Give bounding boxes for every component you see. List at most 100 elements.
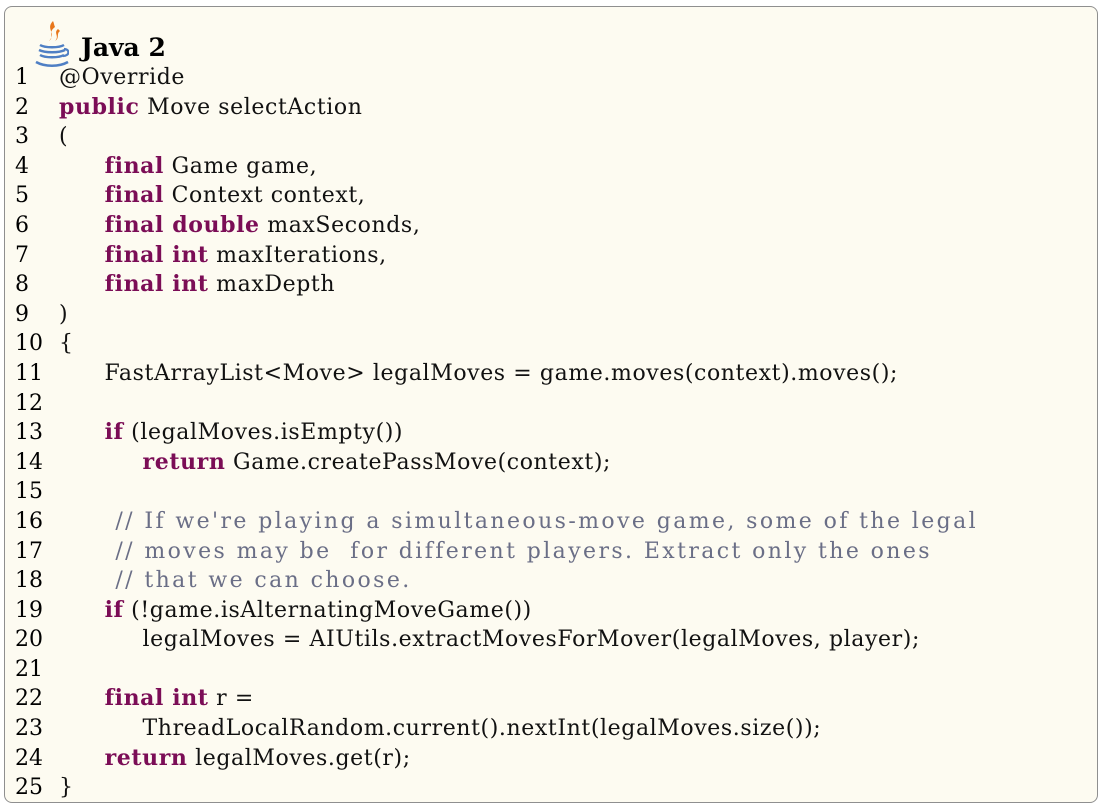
keyword-token: final int bbox=[104, 271, 209, 298]
line-number: 11 bbox=[15, 360, 43, 386]
keyword-token: final bbox=[104, 152, 164, 179]
code-token: Context context, bbox=[164, 183, 366, 209]
code-text: FastArrayList<Move> legalMoves = game.mo… bbox=[59, 359, 898, 389]
keyword-token: if bbox=[104, 596, 124, 623]
code-line: 19 if (!game.isAlternatingMoveGame()) bbox=[5, 596, 1095, 626]
code-text: final int maxDepth bbox=[59, 270, 335, 300]
code-token: Game.createPassMove(context); bbox=[225, 449, 612, 475]
line-number: 12 bbox=[15, 390, 43, 416]
line-number: 1 bbox=[15, 65, 29, 90]
line-number: 7 bbox=[15, 242, 29, 268]
code-text: if (legalMoves.isEmpty()) bbox=[59, 418, 403, 448]
code-line: 21 bbox=[5, 655, 1095, 685]
line-number: 19 bbox=[15, 597, 43, 623]
code-token: ThreadLocalRandom.current().nextInt(lega… bbox=[59, 716, 822, 742]
line-number: 6 bbox=[15, 212, 29, 238]
code-line: 9) bbox=[5, 300, 1095, 330]
code-token: (!game.isAlternatingMoveGame()) bbox=[123, 597, 532, 623]
code-token: @Override bbox=[59, 65, 186, 90]
code-line: 2 public Move selectAction bbox=[5, 93, 1095, 123]
line-number: 13 bbox=[15, 420, 43, 446]
line-number: 22 bbox=[15, 686, 43, 712]
code-token: ( bbox=[59, 124, 69, 150]
code-line: 7 final int maxIterations, bbox=[5, 241, 1095, 271]
code-text: final double maxSeconds, bbox=[59, 211, 420, 241]
code-token: legalMoves = AIUtils.extractMovesForMove… bbox=[59, 627, 920, 653]
code-text: ThreadLocalRandom.current().nextInt(lega… bbox=[59, 714, 821, 744]
code-token: { bbox=[59, 331, 74, 357]
code-line: 18 // that we can choose. bbox=[5, 566, 1095, 596]
code-text: } bbox=[59, 773, 74, 803]
code-line: 25} bbox=[5, 773, 1095, 803]
code-text: final Context context, bbox=[59, 181, 365, 211]
code-text: @Override bbox=[59, 63, 185, 93]
code-text: // moves may be for different players. E… bbox=[59, 537, 932, 567]
code-token: ) bbox=[59, 301, 69, 327]
code-text: final int maxIterations, bbox=[59, 241, 387, 271]
code-line: 20 legalMoves = AIUtils.extractMovesForM… bbox=[5, 625, 1095, 655]
code-line: 3( bbox=[5, 122, 1095, 152]
code-text: return Game.createPassMove(context); bbox=[59, 448, 611, 478]
keyword-token: final int bbox=[104, 685, 209, 712]
line-number: 14 bbox=[15, 449, 43, 475]
code-text: // that we can choose. bbox=[59, 566, 412, 596]
code-token: r = bbox=[208, 686, 254, 712]
code-line: 12 bbox=[5, 389, 1095, 419]
code-text: { bbox=[59, 329, 74, 359]
code-token: Move selectAction bbox=[139, 94, 363, 120]
code-token: maxSeconds, bbox=[259, 212, 421, 238]
line-number: 8 bbox=[15, 272, 29, 298]
code-line: 10 { bbox=[5, 329, 1095, 359]
line-number: 5 bbox=[15, 183, 29, 209]
line-number: 21 bbox=[15, 656, 43, 682]
code-text: final int r = bbox=[59, 684, 254, 714]
code-text: // If we're playing a simultaneous-move … bbox=[59, 507, 978, 537]
line-number: 24 bbox=[15, 745, 43, 771]
code-line: 14 return Game.createPassMove(context); bbox=[5, 448, 1095, 478]
code-text: legalMoves = AIUtils.extractMovesForMove… bbox=[59, 625, 920, 655]
line-number: 4 bbox=[15, 153, 29, 179]
code-text: final Game game, bbox=[59, 152, 317, 182]
code-text: ) bbox=[59, 300, 68, 330]
keyword-token: final bbox=[104, 182, 164, 209]
line-number: 3 bbox=[15, 124, 29, 150]
listing-header: Java 2 bbox=[35, 19, 166, 69]
code-text: ( bbox=[59, 122, 68, 152]
code-line: 22 final int r = bbox=[5, 684, 1095, 714]
keyword-token: return bbox=[104, 744, 188, 771]
code-token: FastArrayList<Move> legalMoves = game.mo… bbox=[59, 360, 899, 386]
code-line: 13 if (legalMoves.isEmpty()) bbox=[5, 418, 1095, 448]
line-number: 18 bbox=[15, 568, 43, 594]
code-token: (legalMoves.isEmpty()) bbox=[123, 420, 404, 446]
listing-title: Java 2 bbox=[81, 32, 166, 62]
keyword-token: public bbox=[59, 93, 140, 120]
code-line: 1 @Override bbox=[5, 63, 1095, 93]
line-number: 9 bbox=[15, 301, 29, 327]
code-token: legalMoves.get(r); bbox=[187, 745, 411, 771]
comment-token: // If we're playing a simultaneous-move … bbox=[59, 508, 979, 534]
keyword-token: final double bbox=[104, 211, 260, 238]
code-line: 11 FastArrayList<Move> legalMoves = game… bbox=[5, 359, 1095, 389]
code-line: 8 final int maxDepth bbox=[5, 270, 1095, 300]
code-token: } bbox=[59, 775, 74, 801]
code-line: 15 bbox=[5, 477, 1095, 507]
comment-token: // that we can choose. bbox=[59, 568, 412, 594]
comment-token: // moves may be for different players. E… bbox=[59, 538, 932, 564]
line-number: 25 bbox=[15, 775, 43, 801]
keyword-token: return bbox=[142, 448, 226, 475]
line-number: 17 bbox=[15, 538, 43, 564]
line-number: 16 bbox=[15, 508, 43, 534]
code-token: maxDepth bbox=[208, 272, 336, 298]
code-line: 6 final double maxSeconds, bbox=[5, 211, 1095, 241]
code-line: 17 // moves may be for different players… bbox=[5, 537, 1095, 567]
code-listing-box: Java 2 1 @Override 2 public Move selectActi… bbox=[4, 6, 1098, 803]
code-block: 1 @Override 2 public Move selectAction 3(4 f… bbox=[5, 63, 1095, 803]
